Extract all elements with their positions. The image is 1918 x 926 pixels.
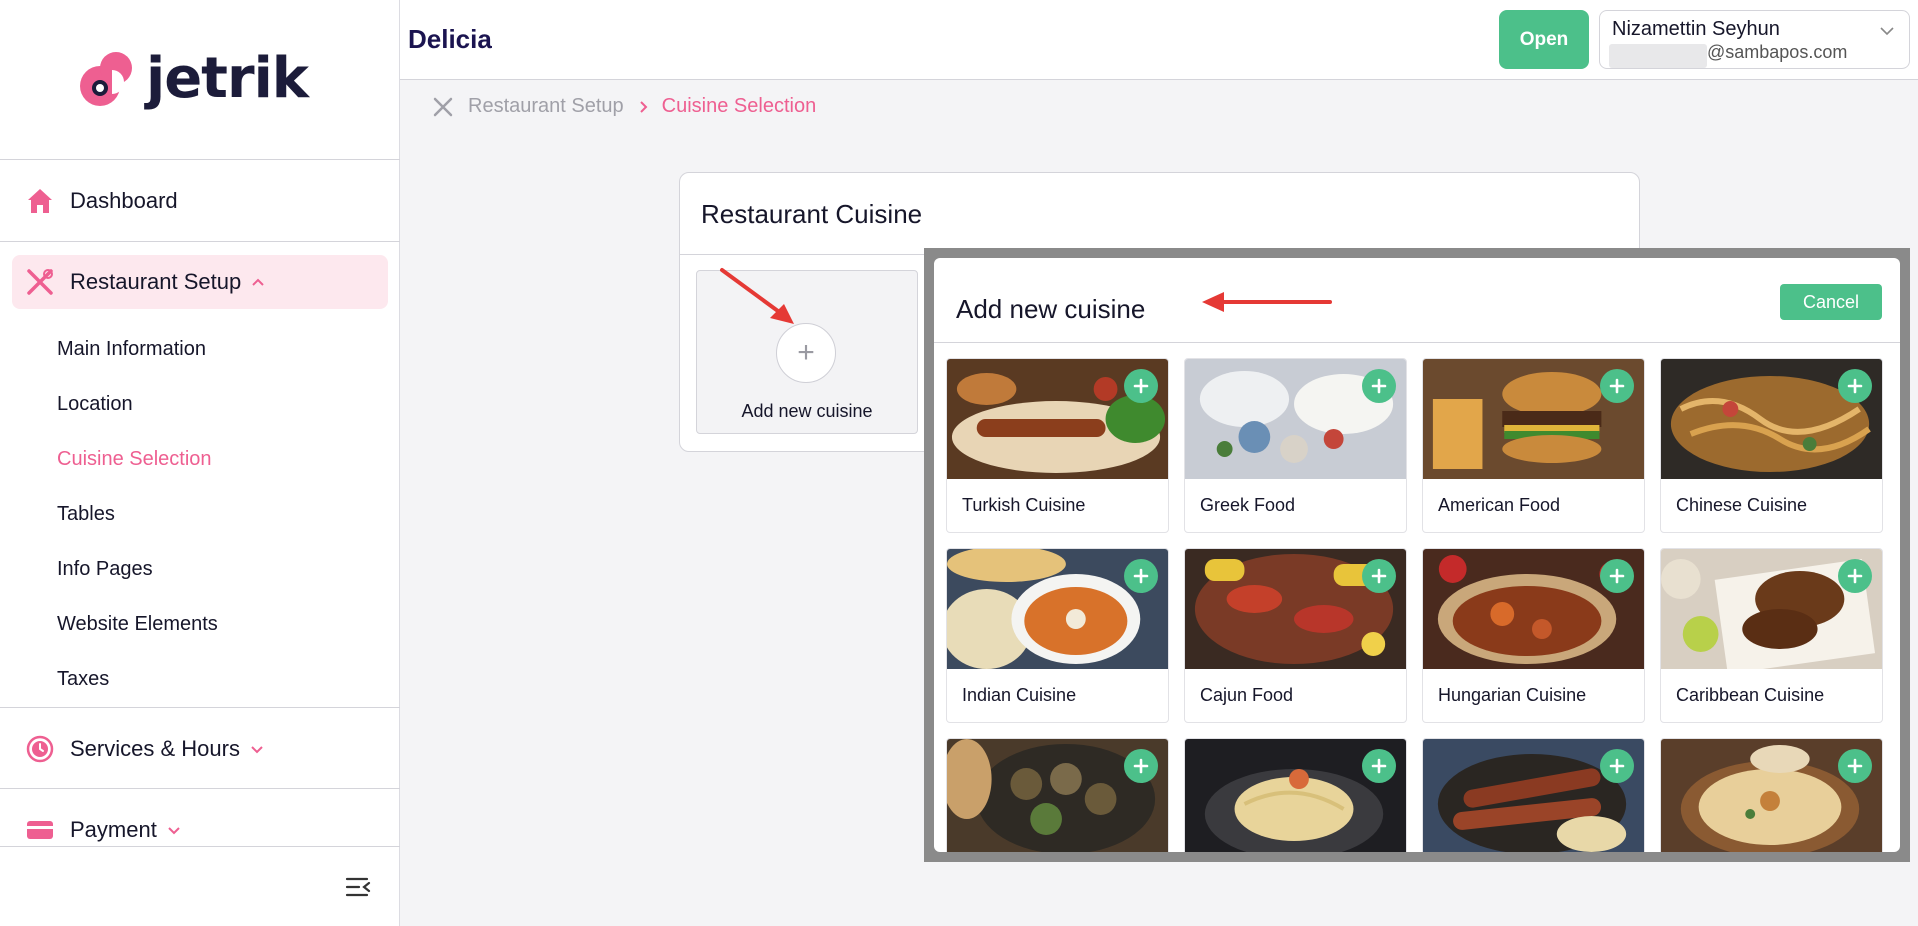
cuisine-card-cajun[interactable]: Cajun Food: [1184, 548, 1407, 723]
sidebar-sub-item-taxes[interactable]: Taxes: [57, 668, 109, 691]
cuisine-card-chinese[interactable]: Chinese Cuisine: [1660, 358, 1883, 533]
sidebar-item-label: Services & Hours: [70, 736, 240, 761]
sidebar-sub-item-location[interactable]: Location: [57, 393, 133, 416]
chevron-down-icon: [168, 827, 180, 835]
sidebar-sub-item-tables[interactable]: Tables: [57, 503, 115, 526]
add-cuisine-plus-icon[interactable]: [1124, 369, 1158, 403]
add-cuisine-plus-icon[interactable]: [1600, 559, 1634, 593]
add-cuisine-plus-icon[interactable]: [1362, 559, 1396, 593]
credit-card-icon: [27, 821, 53, 839]
utensils-icon: [433, 97, 453, 116]
annotation-arrow-icon: [1202, 292, 1332, 312]
sidebar: jetrik Dashboard Restaurant Setup Main I…: [0, 0, 400, 926]
add-cuisine-plus-icon[interactable]: [1838, 369, 1872, 403]
sidebar-divider: [0, 707, 400, 708]
user-menu[interactable]: Nizamettin Seyhun @sambapos.com: [1599, 10, 1910, 69]
sidebar-sub-item-main-information[interactable]: Main Information: [57, 338, 206, 361]
utensils-icon: [27, 269, 53, 295]
cuisine-card-middle-eastern[interactable]: [1660, 738, 1883, 852]
home-icon: [28, 189, 52, 213]
sidebar-item-services-hours[interactable]: Services & Hours: [12, 722, 388, 776]
clock-icon: [26, 735, 54, 763]
sidebar-item-payment[interactable]: Payment: [12, 803, 388, 857]
logo-text: jetrik: [146, 46, 309, 111]
modal-title: Add new cuisine: [956, 294, 1146, 324]
add-cuisine-plus-icon[interactable]: [1838, 559, 1872, 593]
sidebar-sub-item-website-elements[interactable]: Website Elements: [57, 613, 218, 636]
open-status-button[interactable]: Open: [1499, 10, 1589, 69]
add-cuisine-plus-icon[interactable]: [1838, 749, 1872, 783]
cuisine-card-hungarian[interactable]: Hungarian Cuisine: [1422, 548, 1645, 723]
chevron-up-icon: [252, 278, 264, 286]
cuisine-card-greek[interactable]: Greek Food: [1184, 358, 1407, 533]
modal-overlay-frame: Add new cuisine Cancel Turkish Cuisine G…: [924, 248, 1910, 862]
cuisine-card-american[interactable]: American Food: [1422, 358, 1645, 533]
cuisine-name: Greek Food: [1200, 495, 1296, 515]
sidebar-divider: [0, 788, 400, 789]
restaurant-name: Delicia: [408, 24, 492, 54]
add-cuisine-plus-icon[interactable]: [1362, 369, 1396, 403]
breadcrumb: Restaurant Setup Cuisine Selection: [432, 95, 816, 118]
add-cuisine-plus-icon[interactable]: [1362, 749, 1396, 783]
chevron-down-icon: [251, 746, 263, 754]
cuisine-card-french[interactable]: [946, 738, 1169, 852]
chevron-down-icon: [1880, 27, 1894, 36]
card-title: Restaurant Cuisine: [701, 199, 923, 229]
sidebar-divider: [0, 241, 400, 242]
cuisine-card-german[interactable]: [1422, 738, 1645, 852]
user-name: Nizamettin Seyhun: [1612, 18, 1780, 40]
cuisine-card-turkish[interactable]: Turkish Cuisine: [946, 358, 1169, 533]
add-cuisine-plus-icon[interactable]: [1600, 369, 1634, 403]
add-cuisine-modal: Add new cuisine Cancel Turkish Cuisine G…: [934, 258, 1900, 852]
sidebar-item-label: Restaurant Setup: [70, 269, 242, 294]
sidebar-divider: [0, 159, 400, 160]
plus-icon[interactable]: +: [776, 323, 836, 383]
cancel-button[interactable]: Cancel: [1780, 284, 1882, 320]
sidebar-item-label: Dashboard: [70, 188, 178, 213]
sidebar-item-label: Payment: [70, 817, 157, 842]
cuisine-card-indian[interactable]: Indian Cuisine: [946, 548, 1169, 723]
sidebar-item-dashboard[interactable]: Dashboard: [12, 174, 388, 228]
sidebar-divider: [0, 846, 400, 847]
sidebar-sub-item-cuisine-selection[interactable]: Cuisine Selection: [57, 448, 212, 471]
breadcrumb-parent[interactable]: Restaurant Setup: [468, 95, 624, 118]
collapse-sidebar-icon[interactable]: [345, 876, 371, 898]
sidebar-item-restaurant-setup[interactable]: Restaurant Setup: [12, 255, 388, 309]
sidebar-sub-item-info-pages[interactable]: Info Pages: [57, 558, 153, 581]
add-cuisine-plus-icon[interactable]: [1124, 749, 1158, 783]
add-cuisine-plus-icon[interactable]: [1600, 749, 1634, 783]
cuisine-card-caribbean[interactable]: Caribbean Cuisine: [1660, 548, 1883, 723]
add-cuisine-plus-icon[interactable]: [1124, 559, 1158, 593]
cuisine-name: Cajun Food: [1200, 685, 1294, 705]
cuisine-name: Indian Cuisine: [962, 685, 1077, 705]
cuisine-name: Hungarian Cuisine: [1438, 685, 1587, 705]
jetrik-logo-icon: [80, 51, 132, 106]
top-bar: Delicia Open Nizamettin Seyhun @sambapos…: [400, 0, 1918, 80]
user-email: @sambapos.com: [1707, 42, 1848, 62]
cuisine-name: Turkish Cuisine: [962, 495, 1086, 515]
modal-divider: [934, 342, 1900, 343]
jetrik-logo[interactable]: jetrik: [78, 46, 309, 111]
add-new-cuisine-label: Add new cuisine: [741, 401, 873, 421]
redacted-email-part: [1609, 44, 1707, 68]
cuisine-name: American Food: [1438, 495, 1561, 515]
cuisine-name: Chinese Cuisine: [1676, 495, 1808, 515]
annotation-arrow-icon: [720, 268, 794, 324]
cuisine-name: Caribbean Cuisine: [1676, 685, 1825, 705]
cuisine-card-italian[interactable]: [1184, 738, 1407, 852]
breadcrumb-current: Cuisine Selection: [661, 95, 817, 117]
chevron-right-icon: [639, 100, 648, 113]
